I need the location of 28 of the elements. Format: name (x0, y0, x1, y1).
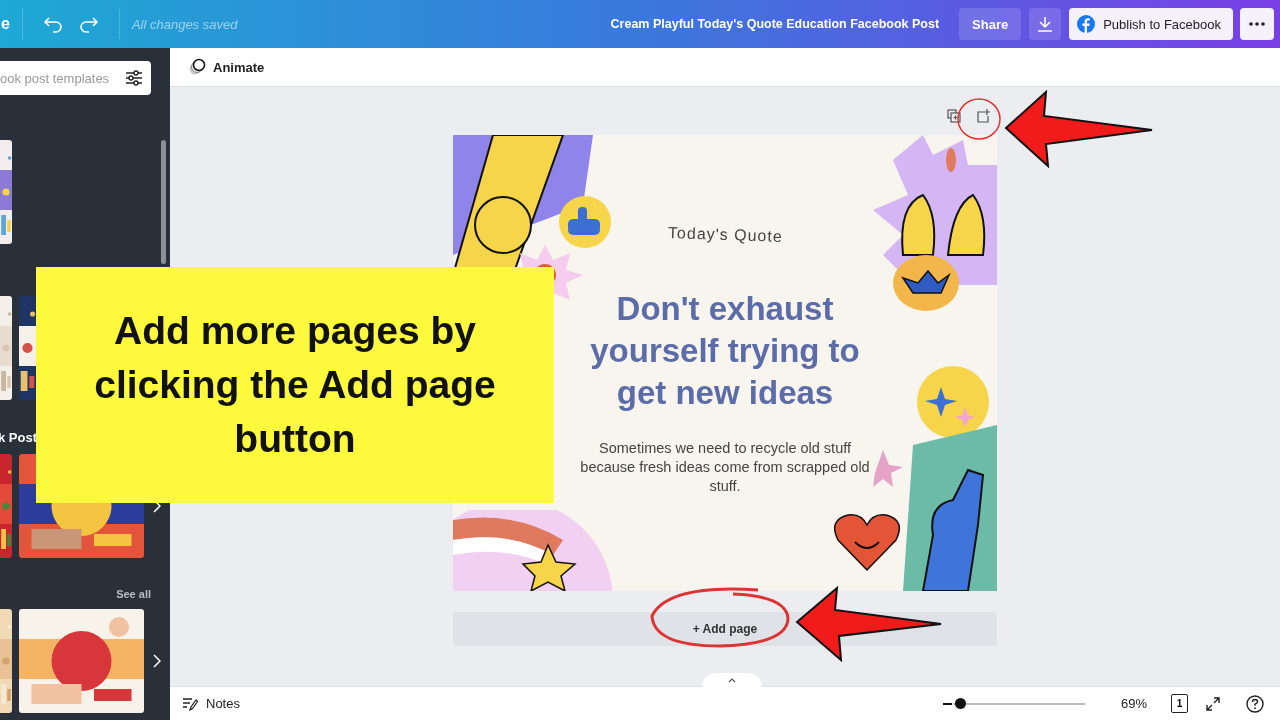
zoom-slider[interactable] (942, 697, 1085, 710)
facebook-icon (1077, 15, 1096, 33)
chevron-right-icon[interactable] (153, 654, 161, 668)
search-field[interactable]: ook post templates (0, 61, 151, 95)
share-button[interactable]: Share (959, 8, 1022, 40)
notes-button[interactable]: Notes (182, 696, 240, 711)
download-icon (1037, 16, 1054, 32)
animate-icon (188, 58, 206, 76)
save-status: All changes saved (131, 16, 238, 32)
animate-button[interactable]: Animate (182, 57, 271, 77)
download-button[interactable] (1029, 8, 1062, 40)
scrollbar-thumb[interactable] (161, 140, 166, 264)
notes-icon (182, 696, 198, 711)
highlight-circle (956, 97, 1002, 141)
quote-body[interactable]: Sometimes we need to recycle old stuff because fresh ideas come from scrapped old stuff. (575, 439, 875, 496)
document-title[interactable]: Cream Playful Today's Quote Education Facebook Post (610, 17, 940, 31)
quote-headline[interactable]: Don't exhaust yourself trying to get new ideas (570, 288, 880, 414)
more-options-icon[interactable] (1240, 8, 1274, 40)
quote-subtitle[interactable]: Today's Quote (667, 224, 783, 246)
zoom-percent[interactable]: 69% (1120, 696, 1147, 711)
zoom-slider-thumb[interactable] (954, 697, 966, 709)
publish-button[interactable]: Publish to Facebook (1069, 8, 1233, 40)
page-count-button[interactable]: 1 (1171, 694, 1188, 713)
see-all-link[interactable]: See all (116, 588, 151, 600)
crown-sticker (891, 253, 961, 313)
filter-icon[interactable] (125, 69, 143, 87)
callout-text: Add more pages by clicking the Add page button (36, 267, 554, 503)
thumbs-up-sticker (558, 195, 613, 250)
